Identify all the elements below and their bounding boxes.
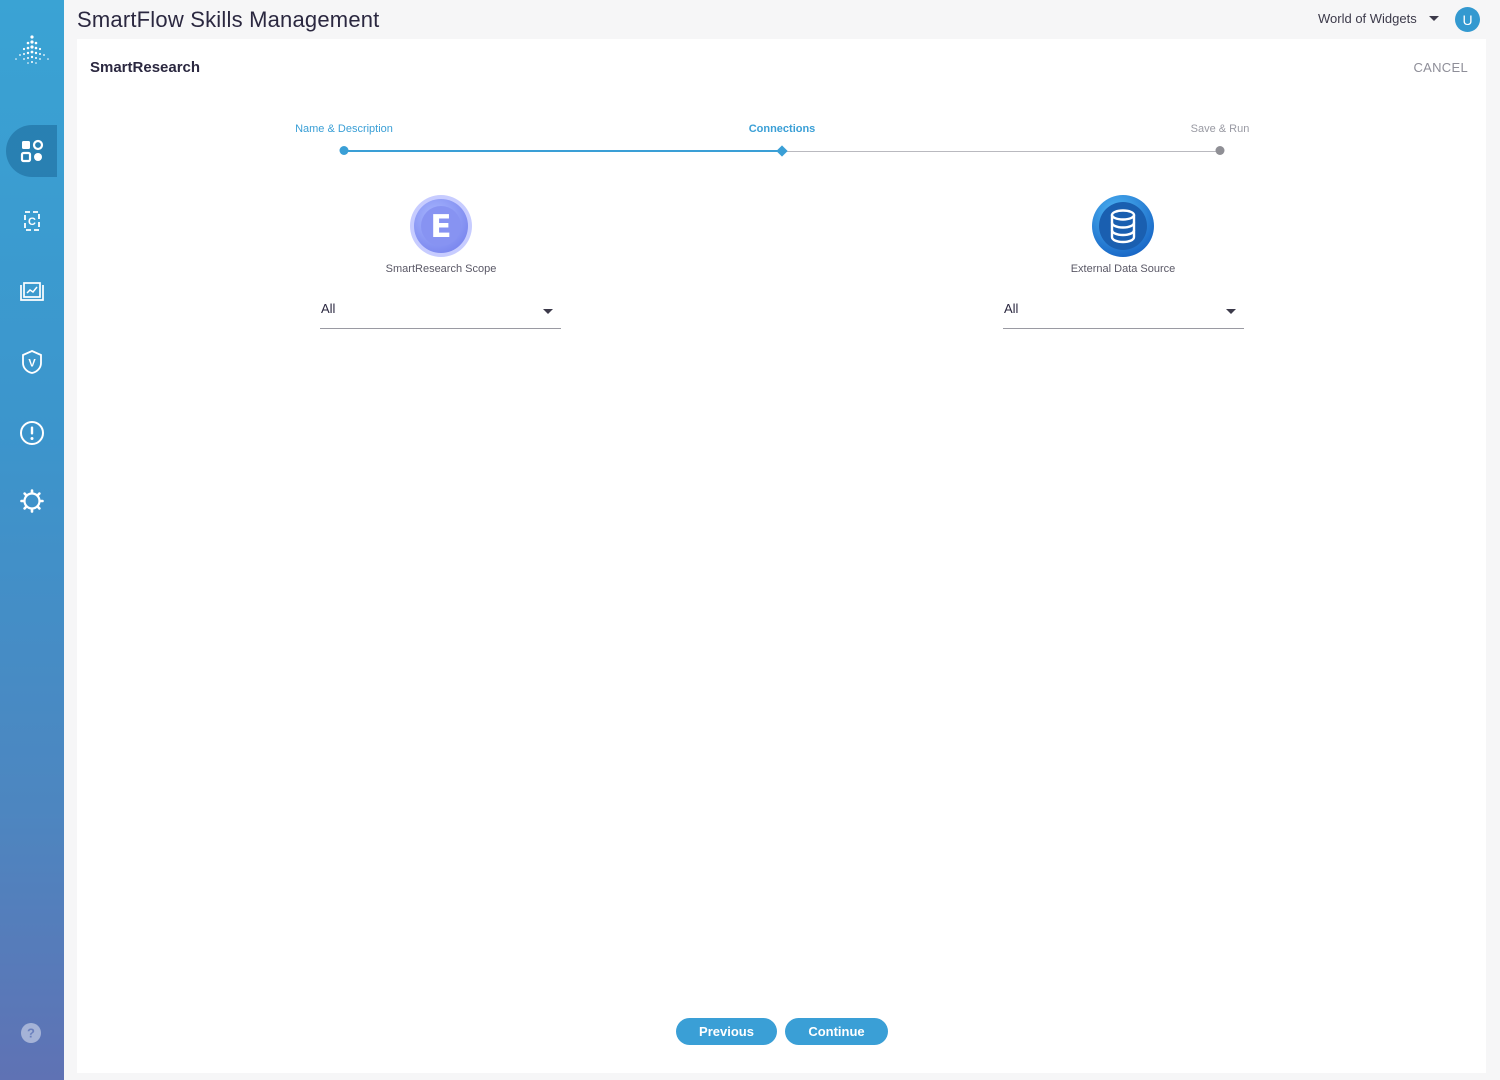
svg-text:E: E xyxy=(430,209,451,245)
dashboard-book-icon xyxy=(20,282,44,301)
external-data-source-select[interactable]: All xyxy=(1003,298,1244,329)
step-dot-connections[interactable] xyxy=(776,145,788,157)
chevron-down-icon xyxy=(543,309,553,314)
continue-button[interactable]: Continue xyxy=(785,1018,888,1045)
sidebar-item-reports[interactable] xyxy=(0,266,64,318)
svg-text:?: ? xyxy=(27,1026,35,1041)
stepper-progress-line xyxy=(344,150,782,152)
step-dot-name-description[interactable] xyxy=(339,146,349,155)
alert-circle-icon xyxy=(20,421,44,445)
smartresearch-scope-icon: E xyxy=(410,195,472,257)
step-label-save-run: Save & Run xyxy=(1190,123,1250,135)
smartresearch-scope-value: All xyxy=(321,301,336,316)
svg-text:V: V xyxy=(28,358,36,370)
svg-text:C: C xyxy=(28,216,36,228)
external-data-source-label: External Data Source xyxy=(1070,263,1176,275)
step-label-name-description[interactable]: Name & Description xyxy=(295,123,393,135)
sidebar: C V ? xyxy=(0,0,64,1080)
v-badge-icon: V xyxy=(22,350,42,374)
external-data-source-value: All xyxy=(1004,301,1019,316)
c-bracket-icon: C xyxy=(24,211,40,231)
gear-icon xyxy=(20,489,44,513)
smartflow-logo-icon[interactable] xyxy=(12,34,52,68)
previous-button[interactable]: Previous xyxy=(676,1018,777,1045)
database-icon xyxy=(1092,195,1154,257)
chevron-down-icon xyxy=(1428,16,1439,21)
step-dot-save-run xyxy=(1215,146,1225,155)
sidebar-item-versions[interactable]: V xyxy=(0,336,64,388)
wizard-stepper: Name & Description Connections Save & Ru… xyxy=(77,39,1486,169)
step-label-connections[interactable]: Connections xyxy=(749,123,816,135)
sidebar-item-connections[interactable]: C xyxy=(0,195,64,247)
wizard-panel: SmartResearch CANCEL Name & Description … xyxy=(77,39,1486,1073)
app-title: SmartFlow Skills Management xyxy=(77,7,380,32)
top-header: SmartFlow Skills Management World of Wid… xyxy=(64,0,1500,40)
sidebar-item-skills[interactable] xyxy=(6,125,57,177)
smartresearch-scope-label: SmartResearch Scope xyxy=(385,263,497,275)
smartresearch-scope-select[interactable]: All xyxy=(320,298,561,329)
organization-select[interactable]: World of Widgets xyxy=(1318,11,1439,26)
user-avatar[interactable]: U xyxy=(1455,7,1480,32)
apps-grid-icon xyxy=(20,139,43,163)
chevron-down-icon xyxy=(1226,309,1236,314)
organization-name: World of Widgets xyxy=(1318,11,1417,26)
sidebar-item-settings[interactable] xyxy=(0,475,64,527)
help-icon[interactable]: ? xyxy=(20,1022,42,1044)
sidebar-item-alerts[interactable] xyxy=(0,407,64,459)
stepper-remaining-line xyxy=(782,151,1220,152)
